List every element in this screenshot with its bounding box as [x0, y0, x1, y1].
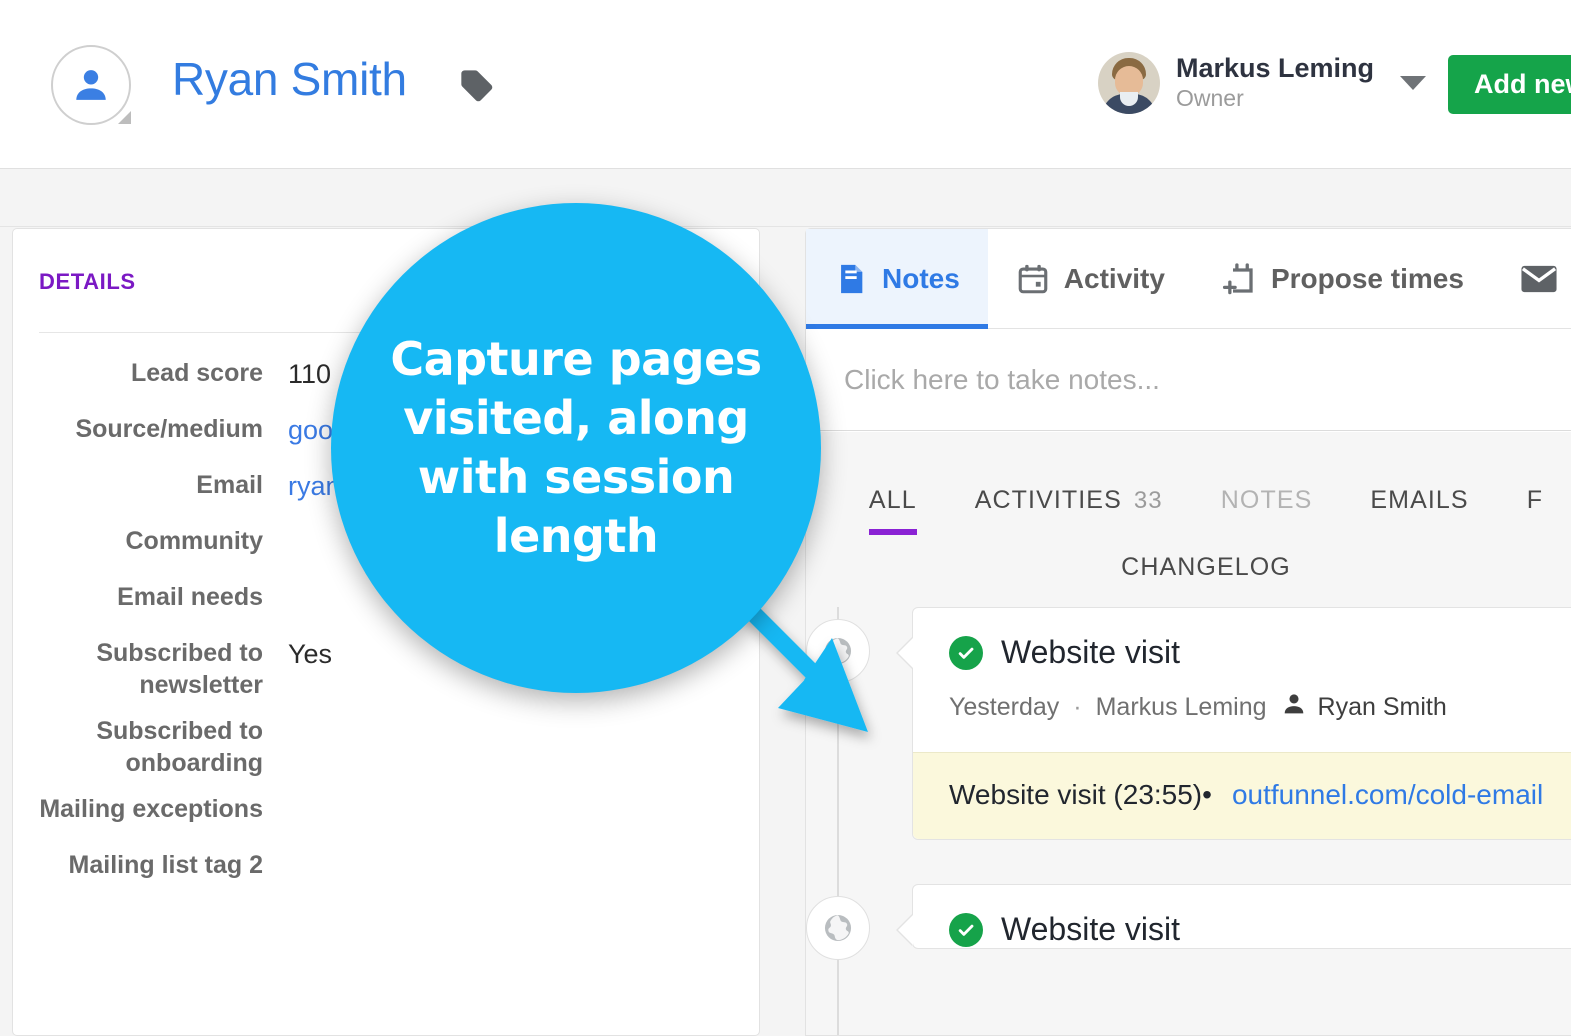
timeline-card-header: Website visit: [913, 608, 1571, 671]
timeline-title: Website visit: [1001, 911, 1181, 947]
tab-activity[interactable]: Activity: [988, 229, 1193, 328]
detail-field-label: Mailing exceptions: [39, 795, 263, 823]
tab-label: Notes: [882, 262, 960, 294]
timeline-separator: ·: [1073, 693, 1082, 721]
top-header: Ryan Smith Markus Leming Owner Add new: [0, 0, 1571, 169]
person-avatar-icon: [76, 70, 106, 100]
tag-icon[interactable]: [457, 66, 497, 111]
filter-tab-label: ACTIVITIES: [974, 486, 1122, 514]
detail-field-row: Mailing exceptions: [13, 793, 761, 835]
detail-field-label: Source/medium: [75, 415, 263, 443]
timeline-card-header: Website visit: [913, 885, 1571, 948]
chevron-down-icon[interactable]: [1400, 76, 1427, 90]
contact-avatar: [51, 45, 131, 125]
filter-tab-count: 33: [1133, 487, 1163, 514]
callout-bubble: Capture pages visited, along with sessio…: [331, 203, 821, 693]
filter-tab-label: ALL: [868, 486, 917, 514]
avatar-corner-fold: [118, 111, 131, 124]
detail-field-value: Yes: [288, 639, 333, 669]
add-new-button[interactable]: Add new: [1448, 55, 1571, 114]
panel-tabs: Notes Activity Propose times: [806, 229, 1571, 329]
detail-field-label: Community: [125, 527, 264, 555]
detail-field-label: Subscribed to newsletter: [96, 639, 263, 699]
filter-tab-label: CHANGELOG: [1121, 553, 1291, 581]
details-section-title: DETAILS: [39, 269, 136, 294]
user-name: Markus Leming: [1176, 53, 1375, 84]
timeline-owner: Markus Leming: [1095, 693, 1267, 721]
notes-icon: [834, 262, 868, 296]
timeline-contact: Ryan Smith: [1281, 691, 1447, 724]
filter-tab-all[interactable]: ALL: [868, 486, 917, 535]
detail-field-label: Lead score: [130, 359, 263, 387]
user-photo-avatar: [1098, 52, 1160, 114]
check-circle-icon: [949, 912, 983, 947]
filter-tab-f[interactable]: F: [1527, 486, 1543, 523]
detail-field-value: 110: [288, 359, 332, 389]
timeline-detail-url[interactable]: outfunnel.com/cold-email: [1232, 779, 1543, 811]
user-role: Owner: [1176, 85, 1244, 112]
timeline-meta: Yesterday · Markus Leming Ryan Smith: [913, 671, 1571, 752]
note-input[interactable]: Click here to take notes...: [806, 330, 1571, 431]
timeline-date: Yesterday: [949, 693, 1060, 721]
detail-field-label: Mailing list tag 2: [68, 851, 263, 879]
person-icon: [1281, 691, 1307, 724]
user-menu[interactable]: Markus Leming Owner: [1098, 52, 1427, 114]
filter-tab-emails[interactable]: EMAILS: [1370, 486, 1468, 523]
filter-tab-label: EMAILS: [1370, 486, 1469, 514]
detail-field-row: Mailing list tag 2: [13, 849, 761, 891]
tab-label: Activity: [1063, 262, 1165, 294]
tab-notes[interactable]: Notes: [806, 229, 988, 329]
tab-label: Propose times: [1270, 262, 1464, 294]
filter-tab-label: F: [1526, 486, 1544, 514]
tab-email[interactable]: [1492, 229, 1571, 328]
filter-tab-activities[interactable]: ACTIVITIES 33: [975, 486, 1163, 523]
timeline-card[interactable]: Website visit Yesterday · Markus Leming Ryan…: [896, 607, 1571, 840]
timeline-detail-label: Website visit (23:55)•: [949, 779, 1212, 810]
filter-tab-label: NOTES: [1220, 486, 1313, 514]
timeline-detail-row: Website visit (23:55)• outfunnel.com/cold…: [913, 752, 1571, 839]
note-placeholder: Click here to take notes...: [844, 364, 1160, 395]
timeline-contact-name: Ryan Smith: [1317, 693, 1447, 721]
user-info: Markus Leming Owner: [1176, 53, 1374, 113]
calendar-icon: [1016, 262, 1050, 296]
timeline-title: Website visit: [1001, 634, 1181, 670]
timeline-card[interactable]: Website visit: [896, 884, 1571, 949]
detail-field-label: Subscribed to onboarding: [96, 717, 263, 777]
subheader-band: [0, 169, 1571, 227]
detail-field-row: Subscribed to onboarding: [13, 715, 761, 779]
envelope-icon: [1520, 264, 1558, 294]
filter-tab-notes[interactable]: NOTES: [1221, 486, 1313, 523]
filter-tab-changelog[interactable]: CHANGELOG: [1121, 553, 1291, 590]
calendar-plus-icon: [1221, 261, 1257, 297]
globe-icon[interactable]: [806, 896, 870, 960]
filter-tabs-row-1: ALL ACTIVITIES 33 NOTES EMAILS F: [806, 432, 1571, 535]
detail-field-label: Email: [196, 471, 263, 499]
timeline-entry: Website visit: [806, 884, 1571, 960]
app-root: Ryan Smith Markus Leming Owner Add new D…: [0, 0, 1571, 1036]
page-title: Ryan Smith: [172, 53, 407, 105]
tab-propose-times[interactable]: Propose times: [1193, 229, 1492, 328]
detail-field-label: Email needs: [117, 583, 263, 611]
callout-text: Capture pages visited, along with sessio…: [390, 332, 762, 563]
